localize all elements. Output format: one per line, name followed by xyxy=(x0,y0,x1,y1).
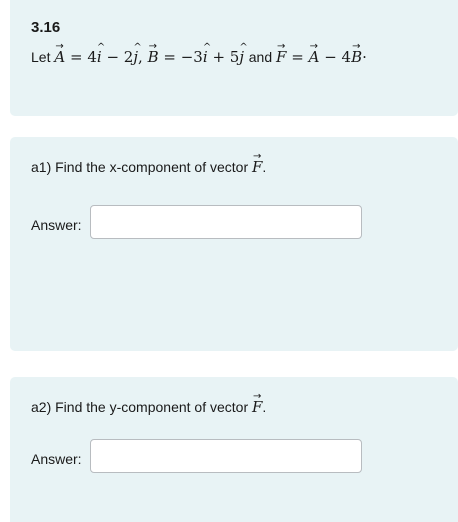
question-card-a1: a1) Find the x-component of vector F →. A… xyxy=(10,137,458,351)
j-hat: j ^ xyxy=(239,42,248,66)
question-suffix: . xyxy=(262,159,267,175)
b-coef-1: = −3 xyxy=(163,48,203,66)
i-hat: i ^ xyxy=(202,42,212,66)
vector-a: A → xyxy=(54,41,66,66)
answer-input-a1[interactable] xyxy=(90,205,362,239)
vector-f: F → xyxy=(252,391,263,416)
j-hat: j ^ xyxy=(133,42,142,66)
vector-b: B → xyxy=(147,41,159,66)
math-expression: A → = 4i ^ − 2j ^, B → = −3i ^ + 5j ^ xyxy=(54,41,248,66)
vector-f: F → xyxy=(252,151,263,176)
answer-input-a2[interactable] xyxy=(90,439,362,473)
question-suffix: . xyxy=(262,399,267,415)
vector-f: F → xyxy=(276,41,287,66)
math-expression-f: F → = A → − 4B → · xyxy=(276,41,367,66)
question-text: a1) Find the x-component of vector xyxy=(31,159,249,175)
f-coef: − 4 xyxy=(324,48,352,66)
period: · xyxy=(362,48,367,66)
problem-card: 3.16 Let A → = 4i ^ − 2j ^, B → = −3i ^ + 5j ^… xyxy=(10,0,458,116)
answer-label: Answer: xyxy=(31,451,82,467)
f-equals: = xyxy=(291,48,304,66)
question-a1: a1) Find the x-component of vector F →. xyxy=(31,151,267,176)
and-text: and xyxy=(248,49,273,65)
vector-b: B → xyxy=(351,41,363,66)
problem-title: 3.16 xyxy=(31,19,61,36)
a-coef-1: = 4 xyxy=(69,48,97,66)
let-text: Let xyxy=(31,49,51,65)
i-hat: i ^ xyxy=(96,42,106,66)
question-card-a2: a2) Find the y-component of vector F →. A… xyxy=(10,377,458,522)
b-coef-2: + 5 xyxy=(212,48,240,66)
question-text: a2) Find the y-component of vector xyxy=(31,399,249,415)
problem-statement: Let A → = 4i ^ − 2j ^, B → = −3i ^ + 5j ^ and … xyxy=(31,41,367,66)
question-a2: a2) Find the y-component of vector F →. xyxy=(31,391,267,416)
a-coef-2: − 2 xyxy=(106,48,134,66)
vector-a: A → xyxy=(308,41,320,66)
answer-label: Answer: xyxy=(31,217,82,233)
